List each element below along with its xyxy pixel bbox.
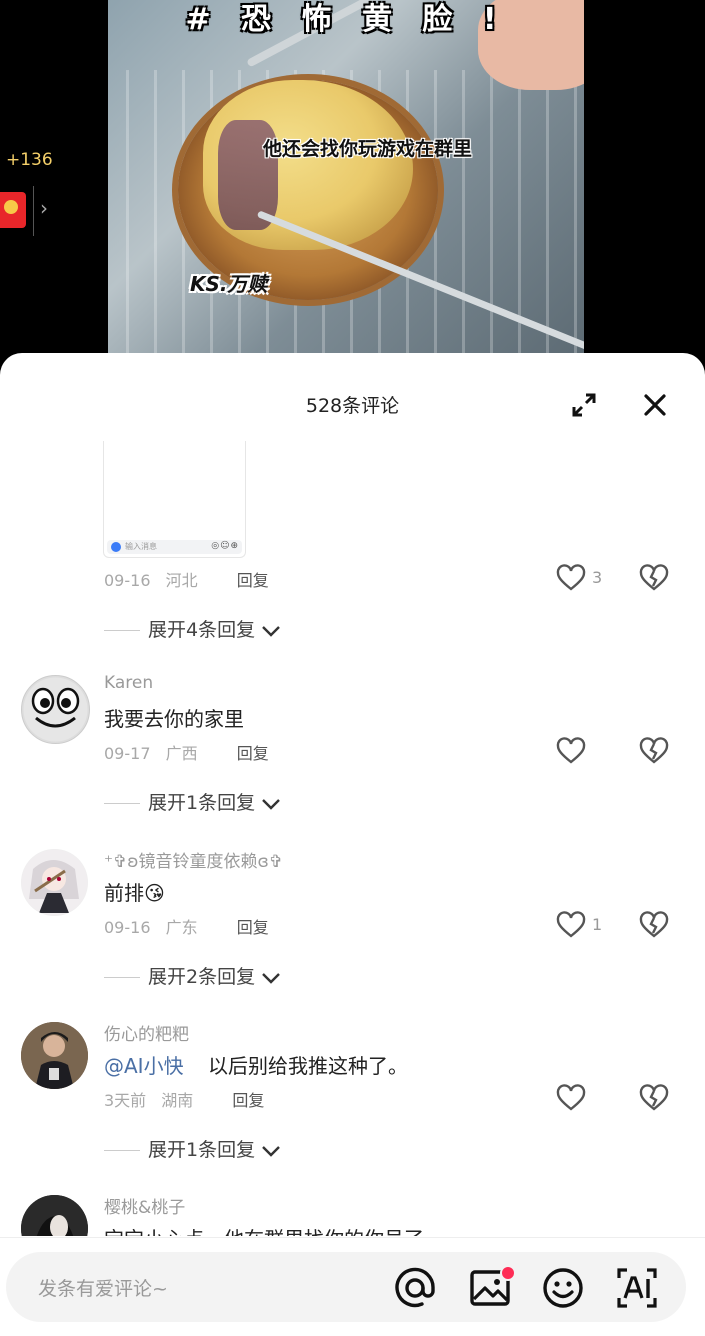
expand-replies-button[interactable]: 展开4条回复	[104, 615, 281, 642]
comment-mention[interactable]: @AI小快	[104, 1054, 184, 1078]
expand-replies-button[interactable]: 展开2条回复	[104, 962, 281, 989]
expand-line	[104, 1150, 140, 1151]
comment-region: 广东	[165, 918, 198, 937]
comment-date: 09-17	[104, 744, 151, 763]
expand-line	[104, 630, 140, 631]
video-area[interactable]: # 恐 怖 黄 脸 ! 他还会找你玩游戏在群里 KS.万赎 +136 ›	[0, 0, 705, 360]
expand-replies-button[interactable]: 展开1条回复	[104, 788, 281, 815]
comment-region: 广西	[165, 744, 198, 763]
coin-icon	[4, 200, 18, 214]
expand-replies-button[interactable]: 展开1条回复	[104, 1135, 281, 1162]
comment-input-placeholder: 发条有爱评论~	[38, 1278, 168, 1300]
reply-button[interactable]: 回复	[237, 571, 269, 590]
comments-title: 528条评论	[305, 395, 400, 417]
expand-line	[104, 977, 140, 978]
comment-date: 09-16	[104, 918, 151, 937]
video-watermark: KS.万赎	[190, 272, 268, 296]
comment-meta: 09-17 广西 回复	[104, 740, 269, 764]
comment-date: 3天前	[104, 1091, 147, 1110]
expand-label: 展开4条回复	[148, 619, 256, 641]
comment-meta: 3天前 湖南 回复	[104, 1087, 264, 1111]
thumb-input-text: 输入消息	[125, 542, 157, 551]
thumb-icons: ◎☺⊕	[211, 541, 239, 551]
heart-icon[interactable]	[556, 564, 586, 592]
comment-text: @AI小快 以后别给我推这种了。	[104, 1050, 408, 1079]
video-top-caption: # 恐 怖 黄 脸 !	[185, 2, 507, 37]
side-divider	[33, 186, 34, 236]
ai-icon[interactable]	[615, 1266, 659, 1310]
comment-date: 09-16	[104, 571, 151, 590]
comment-input-bar: 发条有爱评论~	[0, 1237, 705, 1336]
broken-heart-icon[interactable]	[639, 564, 669, 592]
expand-label: 展开1条回复	[148, 792, 256, 814]
reply-button[interactable]: 回复	[237, 744, 269, 763]
reply-button[interactable]: 回复	[237, 918, 269, 937]
heart-icon[interactable]	[556, 1084, 586, 1112]
chevron-down-icon	[262, 972, 280, 984]
avatar[interactable]	[21, 849, 88, 916]
comments-sheet: 528条评论 输入消息 ◎☺⊕ 09-16 河北 回复 3 展开4条回复 Kar…	[0, 353, 705, 1336]
comment-text: 我要去你的家里	[104, 707, 244, 731]
comment-body: 以后别给我推这种了。	[207, 1054, 408, 1078]
comment-region: 河北	[165, 571, 198, 590]
comment-region: 湖南	[161, 1091, 194, 1110]
video-mid-caption: 他还会找你玩游戏在群里	[263, 138, 473, 160]
broken-heart-icon[interactable]	[639, 1084, 669, 1112]
comment-author[interactable]: ⁺✞ʚ镜音铃童度依赖ɞ✞	[104, 847, 283, 872]
red-packet-icon[interactable]	[0, 192, 26, 228]
expand-label: 展开1条回复	[148, 1139, 256, 1161]
like-count: 3	[592, 568, 603, 587]
notification-dot	[500, 1265, 516, 1281]
heart-icon[interactable]	[556, 911, 586, 939]
reply-button[interactable]: 回复	[232, 1091, 264, 1110]
comment-text: 宝宝小心点，他在群里找你的你号了	[104, 1223, 424, 1236]
avatar[interactable]	[21, 1022, 88, 1089]
at-icon[interactable]	[393, 1266, 437, 1310]
expand-label: 展开2条回复	[148, 966, 256, 988]
comment-meta: 09-16 河北 回复	[104, 567, 269, 591]
like-count: 1	[592, 915, 603, 934]
comment-image[interactable]: 输入消息 ◎☺⊕	[103, 441, 246, 558]
thumb-camera-icon	[111, 542, 121, 552]
close-icon[interactable]	[641, 391, 669, 419]
comment-text: 前排😘	[104, 881, 165, 905]
side-count: +136	[6, 150, 53, 170]
broken-heart-icon[interactable]	[639, 911, 669, 939]
comment-list[interactable]: 输入消息 ◎☺⊕ 09-16 河北 回复 3 展开4条回复 Karen 我要去你…	[0, 441, 705, 1236]
thumb-input-bar: 输入消息 ◎☺⊕	[107, 540, 242, 554]
emoji-icon[interactable]	[541, 1266, 585, 1310]
avatar[interactable]	[21, 1195, 88, 1236]
chevron-down-icon	[262, 798, 280, 810]
expand-line	[104, 803, 140, 804]
broken-heart-icon[interactable]	[639, 737, 669, 765]
heart-icon[interactable]	[556, 737, 586, 765]
comment-author[interactable]: 樱桃&桃子	[104, 1193, 185, 1218]
comment-meta: 09-16 广东 回复	[104, 914, 269, 938]
comment-author[interactable]: 伤心的粑粑	[104, 1020, 189, 1045]
chevron-down-icon	[262, 625, 280, 637]
video-frame[interactable]: # 恐 怖 黄 脸 ! 他还会找你玩游戏在群里 KS.万赎	[108, 0, 584, 360]
chevron-right-icon[interactable]: ›	[40, 196, 48, 220]
chevron-down-icon	[262, 1145, 280, 1157]
expand-icon[interactable]	[570, 391, 598, 419]
avatar[interactable]	[21, 675, 90, 744]
comment-author[interactable]: Karen	[104, 673, 153, 693]
